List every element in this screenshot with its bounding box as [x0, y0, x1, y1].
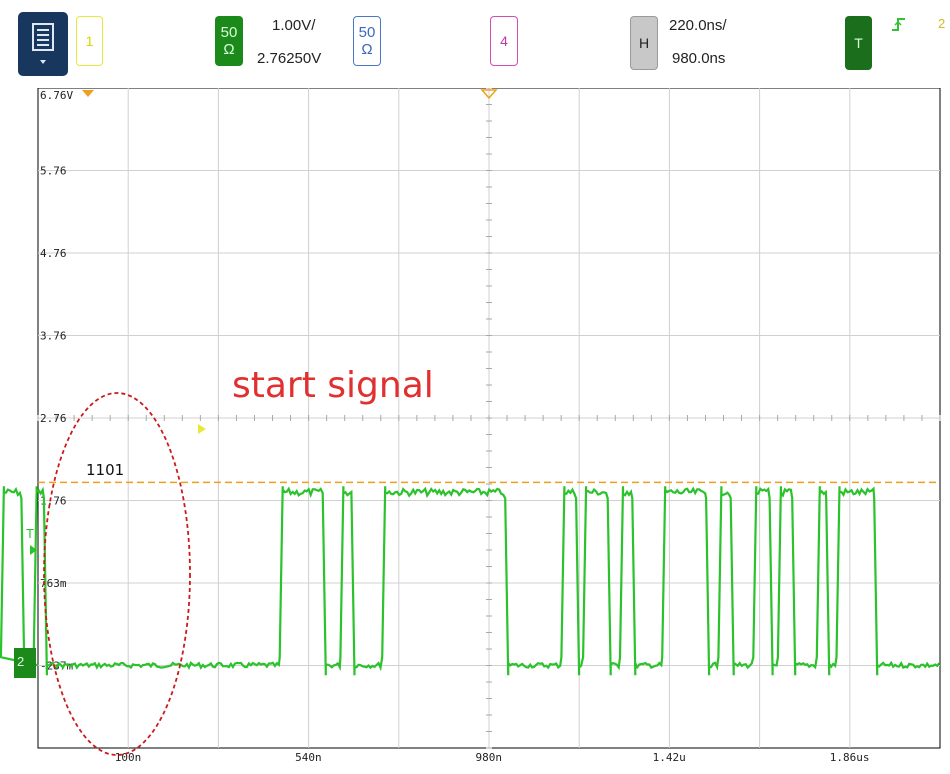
rising-edge-icon[interactable] — [890, 16, 908, 37]
channel-3-impedance: 50 — [358, 24, 376, 41]
channel-2-offset[interactable]: 2.76250V — [257, 50, 321, 67]
start-signal-annotation: start signal — [232, 365, 434, 406]
trigger-channel: 2 — [938, 16, 946, 31]
ground-marker[interactable]: 2 — [14, 648, 36, 678]
ground-marker-label: 2 — [17, 654, 24, 669]
oscilloscope-toolbar: 1 50 Ω 1.00V/ 2.76250V 50 Ω 4 H 220.0ns/… — [0, 0, 950, 88]
ohm-icon: Ω — [361, 41, 373, 58]
trigger-button[interactable]: T — [845, 16, 872, 70]
y-tick-label: 4.76 — [40, 247, 67, 260]
channel-3-button[interactable]: 50 Ω — [353, 16, 381, 66]
channel-1-label: 1 — [85, 33, 94, 49]
x-tick-label: 540n — [295, 751, 322, 764]
horizontal-label: H — [638, 35, 650, 51]
trigger-label: T — [854, 35, 863, 51]
channel-2-scale[interactable]: 1.00V/ — [272, 17, 315, 34]
x-tick-label: 980n — [476, 751, 503, 764]
y-tick-label: 5.76 — [40, 165, 67, 178]
trigger-level-label: T — [26, 526, 34, 541]
x-tick-label: 1.42u — [653, 751, 686, 764]
horizontal-delay[interactable]: 980.0ns — [672, 50, 725, 67]
y-tick-label: 3.76 — [40, 330, 67, 343]
horizontal-button[interactable]: H — [630, 16, 658, 70]
channel-4-label: 4 — [500, 33, 508, 49]
menu-icon — [32, 23, 54, 64]
channel-4-button[interactable]: 4 — [490, 16, 518, 66]
x-tick-label: 1.86us — [830, 751, 870, 764]
channel-1-button[interactable]: 1 — [76, 16, 103, 66]
rising-edge-glyph — [892, 18, 905, 31]
channel-2-button[interactable]: 50 Ω — [215, 16, 243, 66]
channel-2-impedance: 50 — [220, 24, 238, 41]
y-tick-label: 6.76V — [40, 89, 73, 102]
time-axis-labels: 100n 540n 980n 1.42u 1.86us — [115, 751, 870, 764]
y-tick-label: 2.76 — [40, 412, 67, 425]
ohm-icon: Ω — [223, 41, 235, 58]
bits-annotation: 1101 — [86, 461, 124, 479]
oscilloscope-display[interactable]: 100n 540n 980n 1.42u 1.86us 6.76V5.764.763.7… — [0, 88, 950, 774]
horizontal-scale[interactable]: 220.0ns/ — [669, 17, 727, 34]
menu-button[interactable] — [18, 12, 68, 76]
